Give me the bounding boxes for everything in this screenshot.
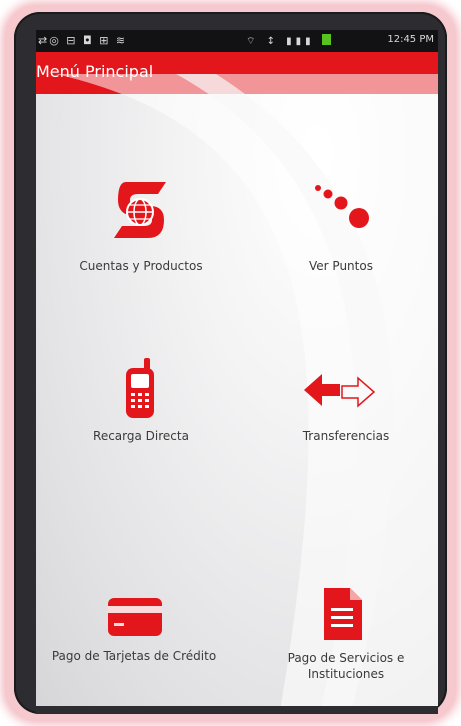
menu-item-recarga-directa[interactable]: Recarga Directa (46, 358, 236, 468)
status-bar-time: 12:45 PM (387, 34, 434, 45)
phone-screen: ⇄◎ ⊟ ◘ ⊞ ≋ ⌔ ↕ ▮▮▮ 12:45 PM Menú Princip… (36, 30, 438, 710)
menu-content: Cuentas y Productos Ver Puntos Recarga D… (36, 74, 438, 710)
status-bar-signal-icons: ⌔ ↕ ▮▮▮ (246, 34, 335, 48)
menu-item-label: Recarga Directa (93, 429, 189, 443)
status-bar-left-icons: ⇄◎ ⊟ ◘ ⊞ ≋ (38, 34, 128, 47)
scotiabank-globe-logo-icon (114, 182, 166, 238)
menu-item-pago-servicios[interactable]: Pago de Servicios e Instituciones (256, 586, 436, 696)
menu-item-cuentas-productos[interactable]: Cuentas y Productos (46, 180, 236, 280)
signal-icons: ⌔ ↕ ▮▮▮ (246, 36, 315, 47)
device-bottom-edge (36, 706, 438, 714)
document-icon (324, 588, 362, 640)
menu-item-label: Cuentas y Productos (79, 259, 203, 273)
menu-item-label-line2: Instituciones (307, 667, 385, 681)
menu-item-label: Ver Puntos (309, 259, 373, 273)
menu-item-pago-tarjetas[interactable]: Pago de Tarjetas de Crédito (36, 594, 236, 684)
status-bar: ⇄◎ ⊟ ◘ ⊞ ≋ ⌔ ↕ ▮▮▮ 12:45 PM (36, 30, 438, 52)
menu-item-ver-puntos[interactable]: Ver Puntos (256, 180, 426, 280)
credit-card-icon (108, 598, 162, 636)
mobile-phone-icon (126, 358, 154, 418)
menu-item-label: Transferencias (302, 429, 390, 443)
battery-icon (321, 34, 331, 45)
menu-item-transferencias[interactable]: Transferencias (256, 366, 436, 466)
transfer-arrows-icon (304, 374, 376, 408)
points-dots-icon (315, 185, 369, 228)
menu-item-label: Pago de Tarjetas de Crédito (51, 649, 217, 663)
menu-item-label: Pago de Servicios e (287, 651, 405, 665)
